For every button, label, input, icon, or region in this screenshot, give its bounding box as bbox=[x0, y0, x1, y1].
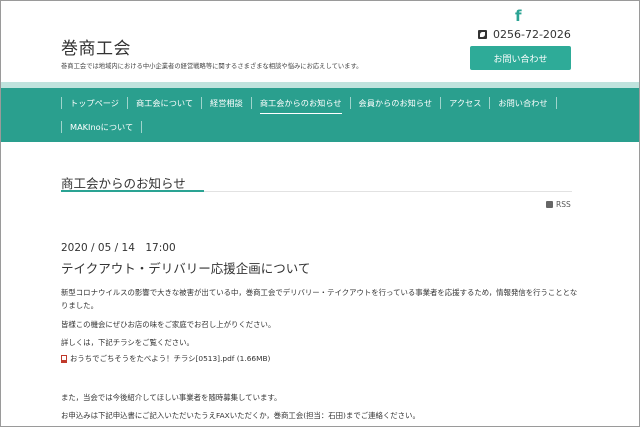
pdf-attachment-link[interactable]: おうちでごちそうをたべよう！チラシ[0513].pdf (1.66MB) bbox=[61, 353, 270, 364]
post-title[interactable]: テイクアウト・デリバリー応援企画について bbox=[61, 258, 310, 277]
phone-number: 0256-72-2026 bbox=[478, 28, 571, 41]
nav-item-consulting[interactable]: 経営相談 bbox=[202, 97, 252, 109]
nav-row-2: MAKInoについて bbox=[61, 115, 143, 139]
nav-item-access[interactable]: アクセス bbox=[441, 97, 491, 109]
main-nav: トップページ 商工会について 経営相談 商工会からのお知らせ 会員からのお知らせ… bbox=[1, 88, 639, 142]
nav-item-top[interactable]: トップページ bbox=[61, 97, 128, 109]
phone-icon bbox=[478, 30, 487, 39]
post-paragraph-5: お申込みは下記申込書にご記入いただいたうえFAXいただくか，巻商工会(担当：石田… bbox=[61, 411, 420, 420]
facebook-icon[interactable]: f bbox=[515, 7, 522, 25]
pdf-icon bbox=[61, 354, 67, 363]
site-title[interactable]: 巻商工会 bbox=[61, 34, 131, 59]
post-paragraph-4: また，当会では今後紹介してほしい事業者を随時募集しています。 bbox=[61, 393, 282, 402]
nav-item-makino[interactable]: MAKInoについて bbox=[61, 121, 143, 133]
pdf-link-text: おうちでごちそうをたべよう！チラシ[0513].pdf (1.66MB) bbox=[70, 354, 271, 363]
site-description: 巻商工会では地域内における中小企業者の経営戦略等に関するさまざまな相談や悩みにお… bbox=[61, 63, 363, 70]
phone-text: 0256-72-2026 bbox=[493, 28, 571, 41]
nav-row-1: トップページ 商工会について 経営相談 商工会からのお知らせ 会員からのお知らせ… bbox=[61, 91, 557, 115]
browser-frame: 巻商工会 巻商工会では地域内における中小企業者の経営戦略等に関するさまざまな相談… bbox=[0, 0, 640, 427]
contact-button[interactable]: お問い合わせ bbox=[470, 46, 571, 70]
site-header: 巻商工会 巻商工会では地域内における中小企業者の経営戦略等に関するさまざまな相談… bbox=[1, 1, 639, 85]
nav-item-news[interactable]: 商工会からのお知らせ bbox=[252, 97, 351, 114]
post-paragraph-2: 皆様この機会にぜひお店の味をご家庭でお召し上がりください。 bbox=[61, 320, 276, 329]
rss-link[interactable]: RSS bbox=[546, 200, 571, 209]
post-paragraph-3: 詳しくは，下記チラシをご覧ください。 bbox=[61, 338, 194, 347]
nav-item-about[interactable]: 商工会について bbox=[128, 97, 203, 109]
title-accent-line bbox=[61, 190, 204, 192]
post-paragraph-1: 新型コロナウイルスの影響で大きな被害が出ている中，巻商工会でデリバリー・テイクア… bbox=[61, 288, 578, 310]
rss-icon bbox=[546, 201, 553, 208]
rss-label: RSS bbox=[556, 200, 571, 209]
nav-item-contact[interactable]: お問い合わせ bbox=[490, 97, 557, 109]
post-date: 2020 / 05 / 14 17:00 bbox=[61, 242, 176, 254]
nav-item-member-news[interactable]: 会員からのお知らせ bbox=[351, 97, 442, 109]
